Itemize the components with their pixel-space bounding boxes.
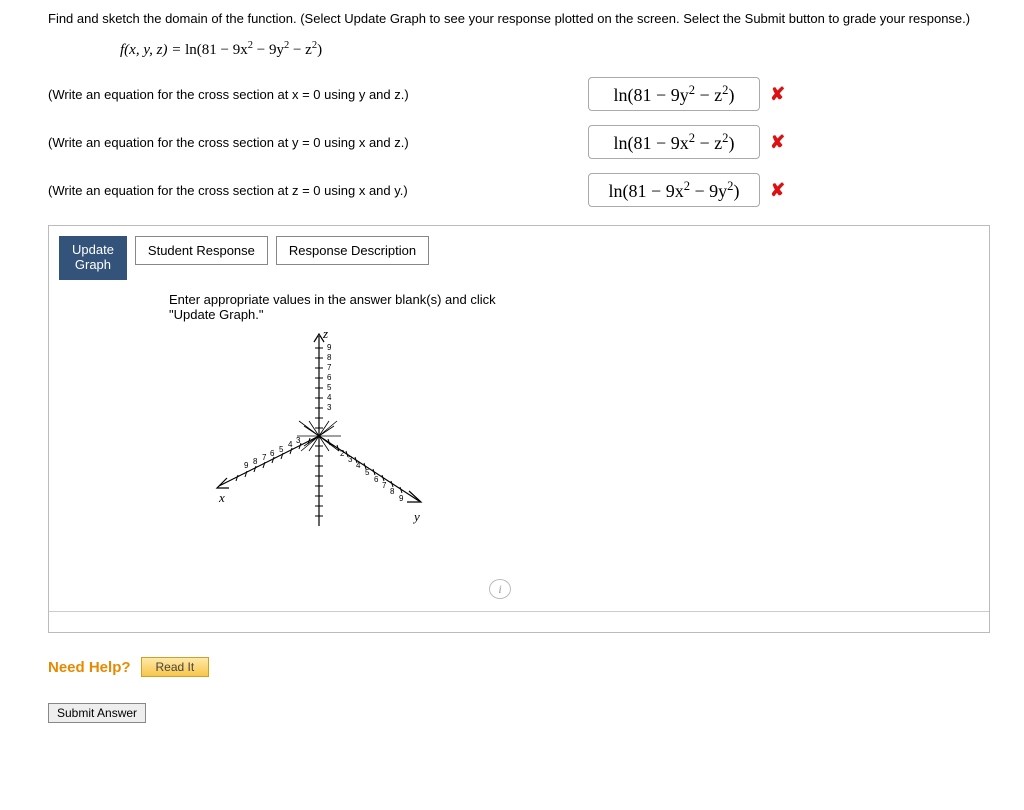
tab-student-response[interactable]: Student Response xyxy=(135,236,268,265)
read-it-button[interactable]: Read It xyxy=(141,657,210,677)
svg-text:3: 3 xyxy=(348,455,353,464)
graph-panel: Update Graph Student Response Response D… xyxy=(48,225,990,633)
svg-text:5: 5 xyxy=(365,468,370,477)
tab-response-description[interactable]: Response Description xyxy=(276,236,429,265)
fn-prefix: f(x, y, z) = xyxy=(120,42,185,58)
svg-text:8: 8 xyxy=(390,487,395,496)
svg-text:9: 9 xyxy=(244,461,249,470)
svg-text:7: 7 xyxy=(382,481,387,490)
svg-text:4: 4 xyxy=(356,461,361,470)
svg-text:x: x xyxy=(218,490,225,505)
svg-text:3: 3 xyxy=(296,436,301,445)
prompt-z: (Write an equation for the cross section… xyxy=(48,183,588,198)
prompt-x: (Write an equation for the cross section… xyxy=(48,87,588,102)
tab-update-graph[interactable]: Update Graph xyxy=(59,236,127,280)
svg-text:9: 9 xyxy=(327,343,332,352)
svg-text:z: z xyxy=(322,326,328,341)
svg-text:5: 5 xyxy=(279,445,284,454)
panel-divider xyxy=(49,611,989,612)
answer-box-x[interactable]: ln(81 − 9y2 − z2) xyxy=(588,77,760,111)
fn-body: ln(81 − 9x2 − 9y2 − z2) xyxy=(185,42,322,58)
svg-text:5: 5 xyxy=(327,383,332,392)
tab-update-line2: Graph xyxy=(75,257,111,272)
svg-text:y: y xyxy=(412,509,420,524)
svg-text:9: 9 xyxy=(399,494,404,503)
prompt-y: (Write an equation for the cross section… xyxy=(48,135,588,150)
cross-section-row-x: (Write an equation for the cross section… xyxy=(48,77,1004,111)
tab-update-line1: Update xyxy=(72,242,114,257)
answer-box-z[interactable]: ln(81 − 9x2 − 9y2) xyxy=(588,173,760,207)
grade-mark-z: ✘ xyxy=(770,180,785,201)
svg-text:8: 8 xyxy=(253,457,258,466)
svg-text:8: 8 xyxy=(327,353,332,362)
svg-text:6: 6 xyxy=(327,373,332,382)
svg-text:4: 4 xyxy=(327,393,332,402)
submit-answer-button[interactable]: Submit Answer xyxy=(48,703,146,723)
tab-strip: Update Graph Student Response Response D… xyxy=(49,226,989,280)
svg-text:2: 2 xyxy=(340,449,345,458)
need-help-label: Need Help? xyxy=(48,659,131,676)
cross-section-row-y: (Write an equation for the cross section… xyxy=(48,125,1004,159)
grade-mark-x: ✘ xyxy=(770,84,785,105)
cross-section-row-z: (Write an equation for the cross section… xyxy=(48,173,1004,207)
function-definition: f(x, y, z) = ln(81 − 9x2 − 9y2 − z2) xyxy=(120,40,1004,59)
question-text: Find and sketch the domain of the functi… xyxy=(48,10,1004,28)
svg-text:4: 4 xyxy=(288,440,293,449)
grade-mark-y: ✘ xyxy=(770,132,785,153)
need-help-row: Need Help? Read It xyxy=(48,657,1004,677)
graph-axes: 9 8 7 6 5 4 3 xyxy=(189,326,989,559)
graph-instructions: Enter appropriate values in the answer b… xyxy=(169,292,509,322)
info-icon[interactable]: i xyxy=(489,579,511,599)
answer-box-y[interactable]: ln(81 − 9x2 − z2) xyxy=(588,125,760,159)
svg-text:7: 7 xyxy=(327,363,332,372)
svg-text:6: 6 xyxy=(374,475,379,484)
svg-text:6: 6 xyxy=(270,449,275,458)
svg-text:7: 7 xyxy=(262,453,267,462)
svg-text:3: 3 xyxy=(327,403,332,412)
